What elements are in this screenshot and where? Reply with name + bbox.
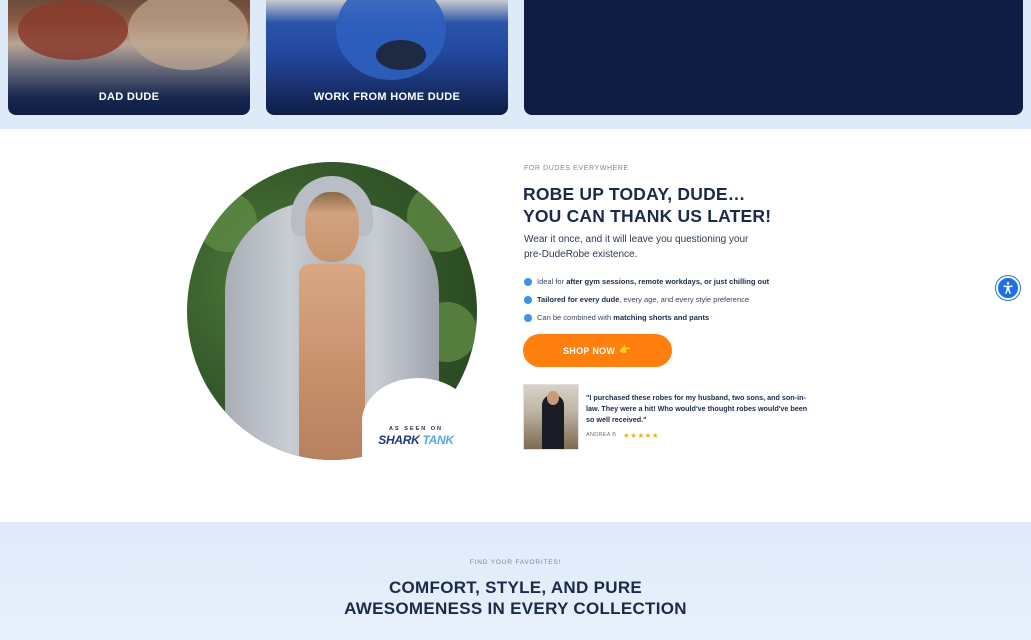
shop-now-label: SHOP NOW	[562, 345, 616, 356]
model-chest	[299, 264, 365, 460]
badge-seen-text: AS SEEN ON	[389, 426, 443, 432]
dad-photo-shape	[18, 0, 128, 60]
shark-tank-badge	[362, 378, 474, 464]
feature-text: Can be combined with	[537, 313, 614, 322]
review-author: ANDREA B	[586, 432, 617, 438]
feature-text: , every age, and every style preference	[619, 295, 750, 304]
badge-tank-text: TANK	[422, 433, 454, 447]
hero-subtitle-line2: pre-DudeRobe existence.	[524, 248, 638, 260]
page: DAD DUDE WORK FROM HOME DUDE AS SEEN ON …	[0, 0, 1031, 640]
model-head	[305, 192, 359, 262]
feature-item: Tailored for every dude, every age, and …	[524, 291, 769, 309]
hero-title-line1: ROBE UP TODAY, DUDE…	[523, 184, 746, 204]
category-card-placeholder[interactable]	[524, 0, 1023, 115]
hero-eyebrow: FOR DUDES EVERYWHERE	[524, 165, 629, 172]
category-label: WORK FROM HOME DUDE	[313, 91, 461, 103]
feature-bold: after gym sessions, remote workdays, or …	[566, 277, 770, 286]
category-label: DAD DUDE	[98, 91, 160, 103]
bullet-dot-icon	[524, 296, 532, 304]
shop-now-button[interactable]: SHOP NOW 👉	[523, 334, 672, 367]
hero-title-line2: YOU CAN THANK US LATER!	[523, 206, 772, 226]
badge-shark-text: SHARK	[378, 433, 420, 447]
feature-item: Ideal for after gym sessions, remote wor…	[524, 273, 769, 291]
shark-tank-logo: SHARK TANK	[372, 433, 460, 447]
pointing-hand-icon: 👉	[619, 345, 632, 356]
hero-subtitle-line1: Wear it once, and it will leave you ques…	[524, 234, 749, 245]
review-quote: "I purchased these robes for my husband,…	[586, 393, 808, 424]
star-rating-icon: ★★★★★	[623, 431, 660, 440]
category-card-dad-dude[interactable]: DAD DUDE	[8, 0, 250, 115]
collections-eyebrow: FIND YOUR FAVORITES!	[469, 559, 562, 566]
feature-text: Ideal for	[537, 277, 567, 286]
bullet-dot-icon	[524, 278, 532, 286]
feature-bold: matching shorts and pants	[613, 313, 710, 322]
category-band: DAD DUDE WORK FROM HOME DUDE	[0, 0, 1031, 129]
review-photo	[523, 384, 579, 450]
dad-photo-shape-2	[128, 0, 248, 70]
review-face	[547, 391, 559, 405]
collections-title: COMFORT, STYLE, AND PURE AWESOMENESS IN …	[0, 577, 1031, 619]
category-card-work-from-home-dude[interactable]: WORK FROM HOME DUDE	[266, 0, 508, 115]
collections-title-line1: COMFORT, STYLE, AND PURE	[388, 578, 643, 597]
hero-title: ROBE UP TODAY, DUDE… YOU CAN THANK US LA…	[523, 183, 771, 227]
feature-list: Ideal for after gym sessions, remote wor…	[524, 273, 769, 327]
bullet-dot-icon	[524, 314, 532, 322]
wfh-photo-shape-2	[376, 40, 426, 70]
collections-title-line2: AWESOMENESS IN EVERY COLLECTION	[344, 599, 687, 618]
feature-item: Can be combined with matching shorts and…	[524, 309, 769, 327]
accessibility-glyph	[1003, 282, 1013, 295]
hero-subtitle: Wear it once, and it will leave you ques…	[524, 233, 784, 262]
feature-bold: Tailored for every dude	[537, 295, 620, 304]
accessibility-icon[interactable]	[996, 276, 1020, 300]
